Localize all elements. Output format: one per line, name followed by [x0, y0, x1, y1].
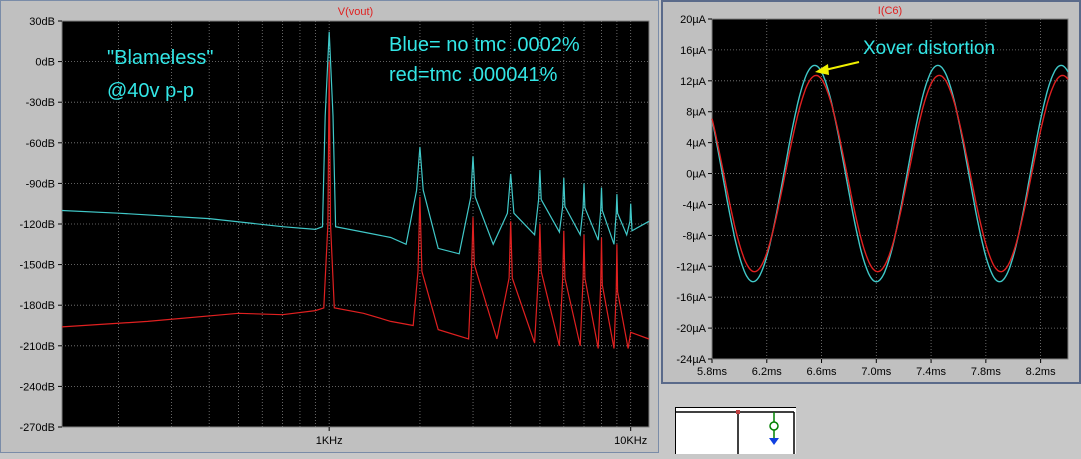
x-tick-label: 8.2ms: [1026, 366, 1056, 378]
waveform-window[interactable]: I(C6) 5.8ms 6.2ms 6.6ms 7.0ms 7.4ms 7.8ms 8.2ms…: [661, 0, 1081, 384]
y-tick-label: -90dB: [26, 178, 55, 190]
plot-area: [711, 18, 1069, 360]
schematic-fragment: [676, 410, 795, 454]
y-tick-label: -8µA: [683, 230, 707, 242]
y-tick-label: -180dB: [20, 300, 55, 312]
y-tick-label: 16µA: [680, 45, 707, 57]
y-tick-label: -270dB: [20, 422, 55, 434]
waveform-plot: I(C6) 5.8ms 6.2ms 6.6ms 7.0ms 7.4ms 7.8ms 8.2ms…: [676, 5, 1069, 378]
plot-title: V(vout): [338, 6, 373, 18]
annotation-label: red=tmc .000041%: [389, 64, 558, 86]
y-tick-label: -210dB: [20, 341, 55, 353]
y-tick-label: -20µA: [676, 323, 706, 335]
y-tick-label: -60dB: [26, 138, 55, 150]
x-tick-label: 7.4ms: [916, 366, 946, 378]
x-tick-label: 6.6ms: [807, 366, 837, 378]
y-tick-label: -16µA: [676, 292, 706, 304]
y-tick-label: -240dB: [20, 381, 55, 393]
x-tick-label: 5.8ms: [697, 366, 727, 378]
annotation-label: Blue= no tmc .0002%: [389, 34, 580, 56]
y-tick-label: 12µA: [680, 76, 707, 88]
annotation-label: Xover distortion: [863, 38, 995, 59]
x-tick-label: 10KHz: [614, 435, 647, 447]
schematic-node: [769, 421, 779, 431]
y-tick-label: 30dB: [29, 16, 55, 28]
x-tick-label: 7.0ms: [861, 366, 891, 378]
y-tick-label: -30dB: [26, 97, 55, 109]
ground-icon: [769, 438, 779, 445]
x-tick-label: 1KHz: [316, 435, 343, 447]
y-tick-label: 0dB: [35, 57, 55, 69]
y-tick-label: -12µA: [676, 261, 706, 273]
spectrum-window[interactable]: V(vout) 30dB 0dB -30dB -60dB -90dB -120dB -150d…: [0, 0, 659, 453]
y-tick-label: -150dB: [20, 260, 55, 272]
schematic-window[interactable]: [675, 407, 796, 454]
y-tick-label: -120dB: [20, 219, 55, 231]
y-tick-label: 0µA: [686, 169, 706, 181]
y-tick-label: 8µA: [686, 107, 706, 119]
x-tick-label: 7.8ms: [971, 366, 1001, 378]
y-tick-label: -24µA: [676, 354, 706, 366]
y-tick-label: -4µA: [683, 199, 707, 211]
schematic-marker: [736, 410, 740, 414]
annotation-label: "Blameless": [107, 47, 213, 69]
spectrum-plot: V(vout) 30dB 0dB -30dB -60dB -90dB -120dB -150d…: [20, 6, 650, 447]
annotation-label: @40v p-p: [107, 80, 194, 102]
y-tick-label: 4µA: [686, 138, 706, 150]
x-tick-label: 6.2ms: [752, 366, 782, 378]
y-tick-label: 20µA: [680, 14, 707, 26]
plot-title: I(C6): [878, 5, 902, 17]
